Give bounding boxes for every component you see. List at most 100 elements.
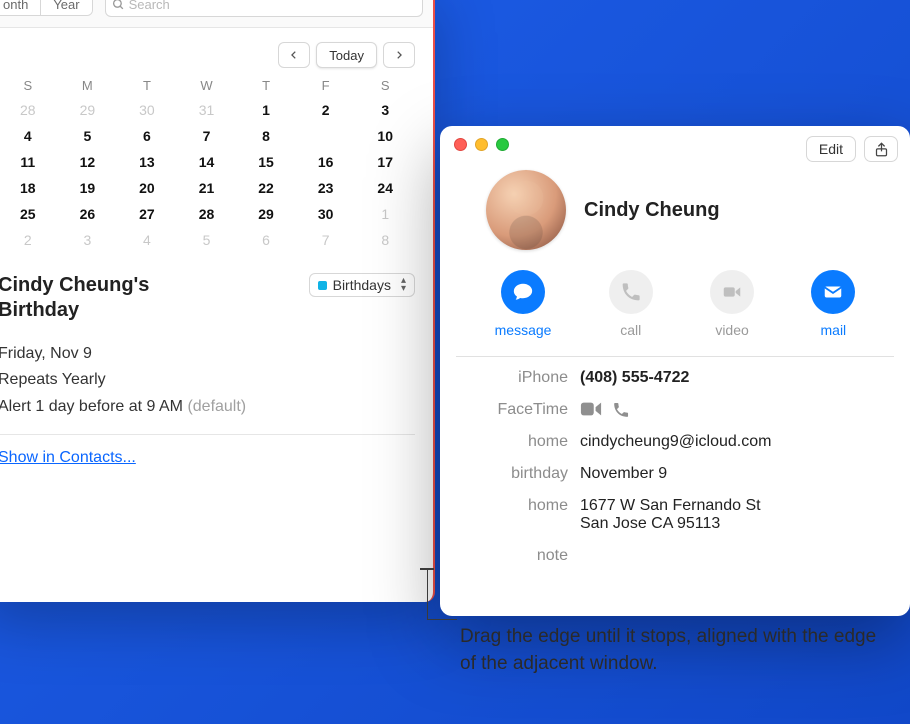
day-cell[interactable]: 4	[0, 123, 58, 149]
day-cell[interactable]: 4	[117, 227, 177, 253]
mail-icon	[822, 281, 844, 303]
day-cell[interactable]: 27	[117, 201, 177, 227]
call-action[interactable]: call	[609, 270, 653, 338]
day-cell[interactable]: 24	[355, 175, 415, 201]
search-field[interactable]	[105, 0, 423, 17]
day-cell[interactable]: 18	[0, 175, 58, 201]
email-label: home	[458, 433, 568, 451]
next-month-button[interactable]	[383, 42, 415, 68]
close-window-button[interactable]	[454, 138, 467, 151]
day-cell[interactable]: 6	[236, 227, 296, 253]
day-cell[interactable]: 2	[296, 97, 356, 123]
day-cell[interactable]: 21	[177, 175, 237, 201]
day-cell[interactable]: 5	[58, 123, 118, 149]
day-cell[interactable]: 1	[355, 201, 415, 227]
facetime-audio-icon[interactable]	[612, 401, 630, 419]
calendar-window: onth Year Today SMTWTFS 2829303112345678…	[0, 0, 435, 602]
chevron-left-icon	[289, 49, 299, 61]
day-cell[interactable]: 1	[236, 97, 296, 123]
day-cell[interactable]: 14	[177, 149, 237, 175]
day-cell[interactable]: 7	[177, 123, 237, 149]
video-action[interactable]: video	[710, 270, 754, 338]
day-cell[interactable]: 25	[0, 201, 58, 227]
day-cell[interactable]: 2	[0, 227, 58, 253]
note-label: note	[458, 547, 568, 565]
day-cell[interactable]: 3	[355, 97, 415, 123]
phone-label: iPhone	[458, 369, 568, 387]
day-header: M	[58, 78, 118, 97]
day-cell[interactable]: 30	[117, 97, 177, 123]
day-cell[interactable]: 28	[177, 201, 237, 227]
day-cell[interactable]: 19	[58, 175, 118, 201]
view-year-button[interactable]: Year	[41, 0, 91, 15]
email-value[interactable]: cindycheung9@icloud.com	[580, 433, 892, 451]
month-grid: SMTWTFS 28293031123456789101112131415161…	[0, 78, 415, 253]
day-cell[interactable]: 10	[355, 123, 415, 149]
day-cell[interactable]: 8	[236, 123, 296, 149]
day-cell[interactable]: 13	[117, 149, 177, 175]
view-month-button[interactable]: onth	[0, 0, 41, 15]
prev-month-button[interactable]	[278, 42, 310, 68]
minimize-window-button[interactable]	[475, 138, 488, 151]
day-header: S	[355, 78, 415, 97]
day-cell[interactable]: 9	[296, 123, 356, 149]
day-cell[interactable]: 22	[236, 175, 296, 201]
view-segmented-control[interactable]: onth Year	[0, 0, 93, 16]
birthday-label: birthday	[458, 465, 568, 483]
day-cell[interactable]: 20	[117, 175, 177, 201]
event-calendar-label: Birthdays	[333, 277, 391, 293]
day-header: F	[296, 78, 356, 97]
search-input[interactable]	[129, 0, 416, 12]
today-button[interactable]: Today	[316, 42, 377, 68]
day-cell[interactable]: 15	[236, 149, 296, 175]
calendar-color-dot	[318, 281, 327, 290]
day-cell[interactable]: 30	[296, 201, 356, 227]
month-nav: Today	[0, 42, 415, 68]
day-cell[interactable]: 28	[0, 97, 58, 123]
day-cell[interactable]: 17	[355, 149, 415, 175]
address-value[interactable]: 1677 W San Fernando StSan Jose CA 95113	[580, 497, 892, 533]
day-cell[interactable]: 26	[58, 201, 118, 227]
quick-actions: message call video mail	[440, 256, 910, 356]
day-header: T	[117, 78, 177, 97]
phone-value[interactable]: (408) 555-4722	[580, 369, 892, 387]
contact-info: iPhone (408) 555-4722 FaceTime home cind…	[440, 357, 910, 577]
day-cell[interactable]: 6	[117, 123, 177, 149]
day-cell[interactable]: 16	[296, 149, 356, 175]
avatar	[486, 170, 566, 250]
chevron-up-down-icon: ▴▾	[401, 277, 406, 293]
day-cell[interactable]: 12	[58, 149, 118, 175]
event-repeat: Repeats Yearly	[0, 367, 415, 393]
day-cell[interactable]: 11	[0, 149, 58, 175]
divider	[0, 434, 415, 435]
event-date: Friday, Nov 9	[0, 341, 415, 367]
contact-name: Cindy Cheung	[584, 199, 720, 222]
day-cell[interactable]: 29	[58, 97, 118, 123]
address-label: home	[458, 497, 568, 515]
message-action[interactable]: message	[495, 270, 552, 338]
day-cell[interactable]: 5	[177, 227, 237, 253]
event-details: Cindy Cheung's Birthday Birthdays ▴▾ Fri…	[0, 273, 415, 467]
day-cell[interactable]: 29	[236, 201, 296, 227]
birthday-value: November 9	[580, 465, 892, 483]
day-cell[interactable]: 3	[58, 227, 118, 253]
day-cell[interactable]: 23	[296, 175, 356, 201]
mail-action[interactable]: mail	[811, 270, 855, 338]
event-title: Cindy Cheung's Birthday	[0, 273, 228, 323]
event-alert: Alert 1 day before at 9 AM (default)	[0, 394, 415, 420]
show-in-contacts-link[interactable]: Show in Contacts...	[0, 449, 136, 466]
call-label: call	[620, 322, 641, 338]
event-calendar-select[interactable]: Birthdays ▴▾	[309, 273, 415, 297]
edit-button[interactable]: Edit	[806, 136, 856, 162]
day-cell[interactable]: 31	[177, 97, 237, 123]
message-label: message	[495, 322, 552, 338]
callout-text: Drag the edge until it stops, aligned wi…	[460, 624, 880, 677]
facetime-label: FaceTime	[458, 401, 568, 419]
message-icon	[512, 281, 534, 303]
facetime-video-icon[interactable]	[580, 401, 602, 417]
zoom-window-button[interactable]	[496, 138, 509, 151]
day-cell[interactable]: 8	[355, 227, 415, 253]
day-cell[interactable]: 7	[296, 227, 356, 253]
calendar-toolbar: onth Year	[0, 0, 433, 28]
share-button[interactable]	[864, 136, 898, 162]
